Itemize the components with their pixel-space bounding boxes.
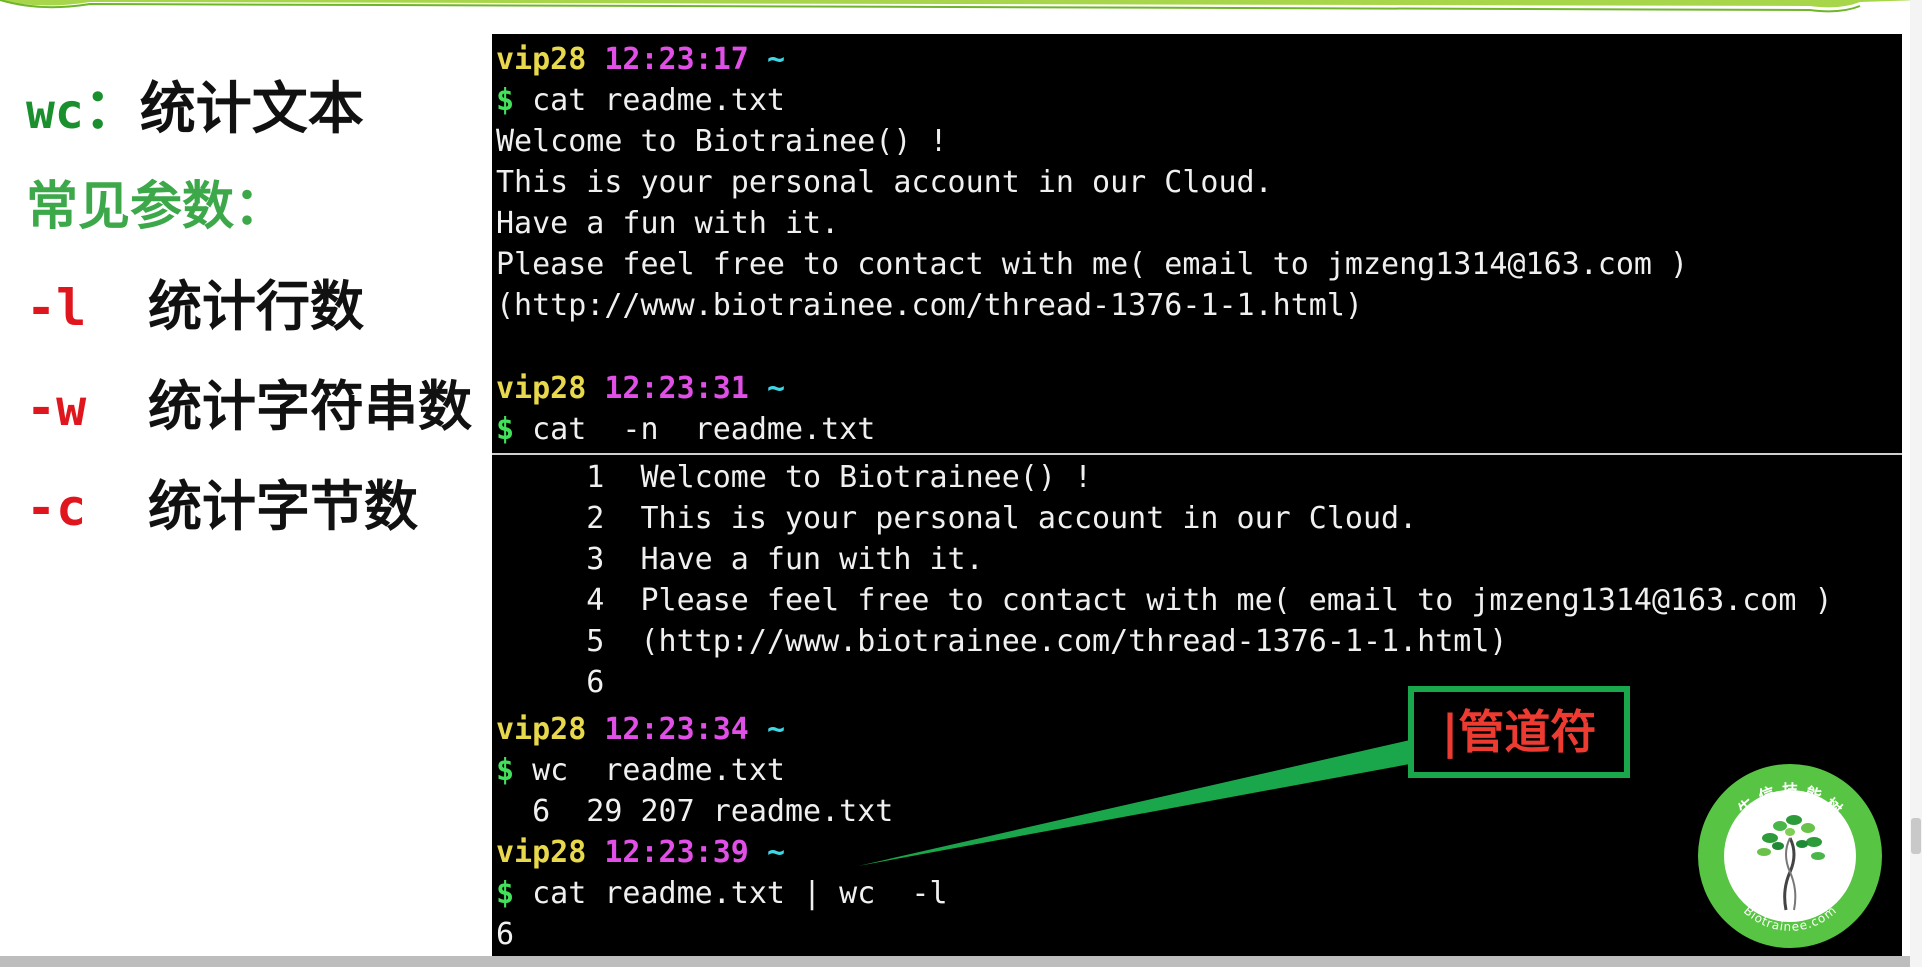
command-text: cat -n readme.txt xyxy=(532,412,876,447)
output-line: This is your personal account in our Clo… xyxy=(496,165,1273,200)
horizontal-scrollbar[interactable] xyxy=(0,956,1910,967)
slide-left-panel: wc：统计文本 常见参数： -l 统计行数 -w 统计字符串数 -c 统计字节数 xyxy=(0,0,490,967)
scrollbar-thumb[interactable] xyxy=(1911,818,1921,854)
command-text: cat readme.txt xyxy=(532,83,785,118)
pipe-callout: |管道符 xyxy=(1408,686,1630,778)
param-flag: -c xyxy=(26,479,87,537)
prompt-line: vip28 12:23:17 ~ xyxy=(496,40,785,80)
prompt-line: vip28 12:23:39 ~ xyxy=(496,833,785,873)
title-colon: ： xyxy=(83,77,140,142)
output-divider xyxy=(492,453,1902,455)
prompt-time: 12:23:34 xyxy=(604,712,749,747)
numbered-output-line: 1 Welcome to Biotrainee() ! xyxy=(496,460,1093,495)
prompt-dir: ~ xyxy=(766,712,785,747)
param-w: -w 统计字符串数 xyxy=(26,362,472,441)
prompt-dir: ~ xyxy=(766,835,785,870)
biotrainee-logo: 生 信 技 能 树 Biotrainee.com xyxy=(1698,764,1882,948)
param-l: -l 统计行数 xyxy=(26,262,364,341)
param-description: 统计字符串数 xyxy=(148,375,472,438)
prompt-dir: ~ xyxy=(766,42,785,77)
prompt-user: vip28 xyxy=(496,835,587,870)
prompt-line: vip28 12:23:31 ~ xyxy=(496,369,785,409)
prompt-symbol: $ xyxy=(496,753,515,788)
output-line: 6 29 207 readme.txt xyxy=(496,794,894,829)
prompt-user: vip28 xyxy=(496,371,587,406)
numbered-output-line: 5 (http://www.biotrainee.com/thread-1376… xyxy=(496,624,1508,659)
param-c: -c 统计字节数 xyxy=(26,462,418,541)
terminal-window[interactable]: vip28 12:23:17 ~ $ cat readme.txt Welcom… xyxy=(492,34,1902,964)
param-flag: -l xyxy=(26,279,87,337)
param-description: 统计行数 xyxy=(148,275,364,338)
numbered-output-line: 6 xyxy=(496,665,605,700)
prompt-symbol: $ xyxy=(496,876,515,911)
numbered-output-line: 3 Have a fun with it. xyxy=(496,542,984,577)
param-description: 统计字节数 xyxy=(148,475,418,538)
prompt-user: vip28 xyxy=(496,712,587,747)
prompt-symbol: $ xyxy=(496,412,515,447)
param-flag: -w xyxy=(26,379,87,437)
numbered-output-line: 4 Please feel free to contact with me( e… xyxy=(496,583,1833,618)
command-line: $ wc readme.txt xyxy=(496,751,785,791)
command-title: wc：统计文本 xyxy=(26,64,364,145)
prompt-dir: ~ xyxy=(766,371,785,406)
callout-text: |管道符 xyxy=(1441,705,1597,759)
command-line: $ cat -n readme.txt xyxy=(496,410,875,450)
prompt-time: 12:23:17 xyxy=(604,42,749,77)
command-description: 统计文本 xyxy=(139,77,364,142)
command-line: $ cat readme.txt xyxy=(496,81,785,121)
prompt-line: vip28 12:23:34 ~ xyxy=(496,710,785,750)
prompt-time: 12:23:31 xyxy=(604,371,749,406)
prompt-user: vip28 xyxy=(496,42,587,77)
command-text: wc readme.txt xyxy=(532,753,785,788)
command-name: wc xyxy=(26,84,84,140)
output-line: Please feel free to contact with me( ema… xyxy=(496,247,1689,282)
output-line: 6 xyxy=(496,917,515,952)
prompt-symbol: $ xyxy=(496,83,515,118)
output-line: Have a fun with it. xyxy=(496,206,840,241)
command-text: cat readme.txt | wc -l xyxy=(532,876,948,911)
prompt-time: 12:23:39 xyxy=(604,835,749,870)
numbered-output-line: 2 This is your personal account in our C… xyxy=(496,501,1418,536)
output-line: (http://www.biotrainee.com/thread-1376-1… xyxy=(496,288,1363,323)
command-line: $ cat readme.txt | wc -l xyxy=(496,874,948,914)
output-line: Welcome to Biotrainee() ! xyxy=(496,124,948,159)
params-heading: 常见参数： xyxy=(26,177,287,237)
